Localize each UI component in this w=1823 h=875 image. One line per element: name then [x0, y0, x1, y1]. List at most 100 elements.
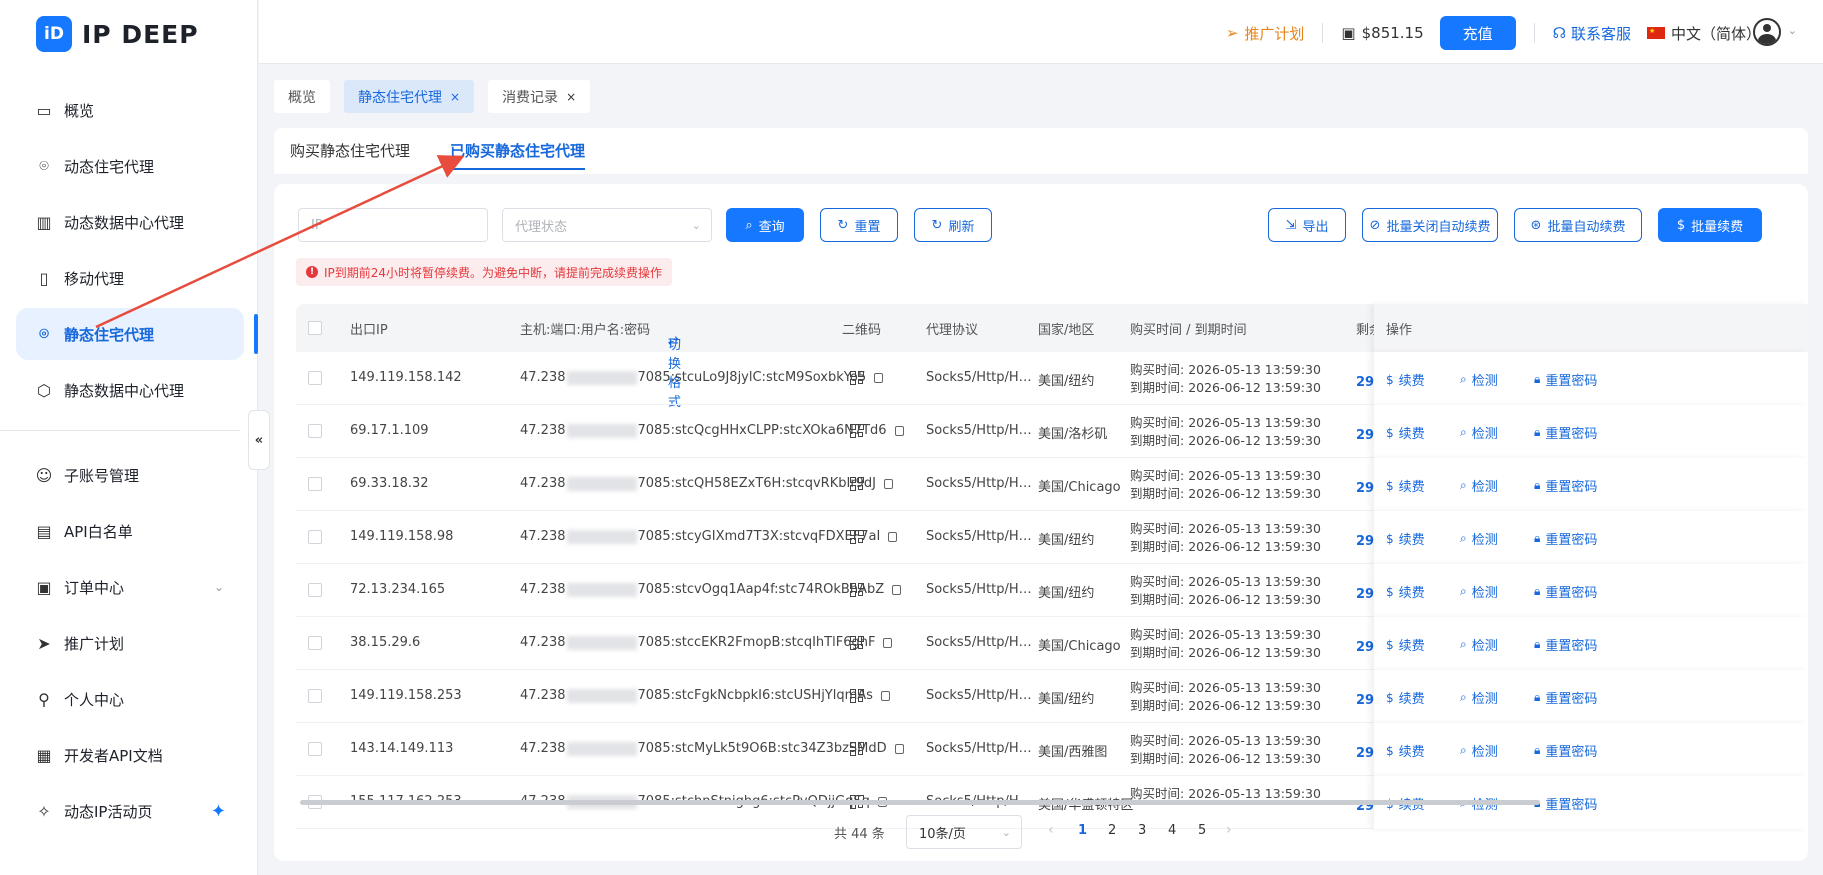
page-4[interactable]: 4	[1168, 823, 1176, 838]
qrcode-icon[interactable]	[850, 477, 864, 491]
collapse-sidebar-button[interactable]: «	[248, 410, 270, 470]
reset-password-button[interactable]: 🔒︎重置密码	[1534, 529, 1597, 548]
tab-consumption-records[interactable]: 消费记录 ×	[488, 80, 591, 113]
sidebar-item-overview[interactable]: ▭ 概览	[16, 84, 244, 136]
renew-button[interactable]: $ 续费	[1386, 635, 1425, 655]
row-checkbox[interactable]	[308, 636, 322, 650]
qrcode-icon[interactable]	[850, 371, 864, 385]
check-button[interactable]: ⌕ 检测	[1460, 529, 1498, 548]
logo[interactable]: iD IP DEEP	[36, 14, 199, 54]
time-cell: 购买时间: 2026-05-13 13:59:30 到期时间: 2026-06-1…	[1130, 573, 1321, 609]
ip-search-input[interactable]: IP	[298, 208, 488, 242]
row-checkbox[interactable]	[308, 424, 322, 438]
row-checkbox[interactable]	[308, 689, 322, 703]
copy-icon[interactable]	[894, 425, 904, 436]
reset-button[interactable]: ↻ 重置	[820, 208, 898, 242]
renew-button[interactable]: $ 续费	[1386, 529, 1425, 549]
check-button[interactable]: ⌕ 检测	[1460, 370, 1498, 389]
batch-close-auto-renew-button[interactable]: ⊘ 批量关闭自动续费	[1362, 208, 1498, 242]
reset-password-button[interactable]: 🔒︎重置密码	[1534, 741, 1597, 760]
copy-icon[interactable]	[883, 637, 893, 648]
subtab-buy[interactable]: 购买静态住宅代理	[290, 140, 410, 161]
page-3[interactable]: 3	[1138, 823, 1146, 838]
check-button[interactable]: ⌕ 检测	[1460, 688, 1498, 707]
check-button[interactable]: ⌕ 检测	[1460, 582, 1498, 601]
qrcode-icon[interactable]	[850, 742, 864, 756]
customer-service-link[interactable]: ☊ 联系客服	[1553, 23, 1631, 44]
reset-password-button[interactable]: 🔒︎重置密码	[1534, 794, 1597, 813]
check-button[interactable]: ⌕ 检测	[1460, 635, 1498, 654]
chevron-down-icon[interactable]: ⌄	[1788, 24, 1797, 37]
subtab-purchased[interactable]: 已购买静态住宅代理	[450, 140, 586, 170]
qrcode-icon[interactable]	[850, 583, 864, 597]
batch-renew-button[interactable]: $ 批量续费	[1658, 208, 1762, 242]
renew-button[interactable]: $ 续费	[1386, 741, 1425, 761]
check-button[interactable]: ⌕ 检测	[1460, 423, 1498, 442]
prev-page-button[interactable]: ‹	[1048, 822, 1054, 838]
reset-password-button[interactable]: 🔒︎重置密码	[1534, 423, 1597, 442]
close-icon[interactable]: ×	[450, 90, 460, 104]
sidebar-item-static-residential[interactable]: ⌾ 静态住宅代理	[16, 308, 244, 360]
sidebar-item-api-docs[interactable]: ▦ 开发者API文档	[16, 729, 244, 781]
reset-password-button[interactable]: 🔒︎重置密码	[1534, 370, 1597, 389]
tab-static-residential[interactable]: 静态住宅代理 ×	[344, 80, 475, 113]
renew-button[interactable]: $ 续费	[1386, 370, 1425, 390]
next-page-button[interactable]: ›	[1226, 822, 1232, 838]
sidebar-item-api-whitelist[interactable]: ▤ API白名单	[16, 505, 244, 557]
copy-icon[interactable]	[892, 584, 902, 595]
renew-button[interactable]: $ 续费	[1386, 423, 1425, 443]
renew-button[interactable]: $ 续费	[1386, 476, 1425, 496]
refresh-button[interactable]: ↻ 刷新	[914, 208, 992, 242]
copy-icon[interactable]	[874, 372, 884, 383]
recharge-button[interactable]: 充值	[1439, 16, 1516, 50]
sidebar-item-orders[interactable]: ▣ 订单中心 ⌄	[16, 561, 244, 613]
sidebar-item-promotion[interactable]: ➤ 推广计划	[16, 617, 244, 669]
qrcode-icon[interactable]	[850, 530, 864, 544]
page-1[interactable]: 1	[1078, 823, 1087, 838]
query-button[interactable]: ⌕ 查询	[726, 208, 804, 242]
avatar[interactable]	[1753, 18, 1781, 46]
row-checkbox[interactable]	[308, 742, 322, 756]
row-checkbox[interactable]	[308, 583, 322, 597]
page-2[interactable]: 2	[1108, 823, 1116, 838]
check-button[interactable]: ⌕ 检测	[1460, 741, 1498, 760]
page-5[interactable]: 5	[1198, 823, 1206, 838]
header-protocol: 代理协议	[926, 323, 979, 338]
proxy-status-select[interactable]: 代理状态 ⌄	[502, 208, 712, 242]
language-selector[interactable]: 中文（简体）	[1646, 23, 1761, 44]
row-checkbox[interactable]	[308, 371, 322, 385]
renew-button[interactable]: $ 续费	[1386, 582, 1425, 602]
copy-icon[interactable]	[884, 478, 894, 489]
batch-auto-renew-button[interactable]: ⊛ 批量自动续费	[1514, 208, 1642, 242]
row-checkbox[interactable]	[308, 477, 322, 491]
qrcode-icon[interactable]	[850, 636, 864, 650]
tab-overview[interactable]: 概览	[274, 80, 330, 113]
close-icon[interactable]: ×	[566, 90, 576, 104]
qrcode-icon[interactable]	[850, 424, 864, 438]
reset-password-button[interactable]: 🔒︎重置密码	[1534, 635, 1597, 654]
renew-button[interactable]: $ 续费	[1386, 688, 1425, 708]
promo-link[interactable]: ➢ 推广计划	[1226, 23, 1305, 44]
sidebar-item-mobile[interactable]: ▯ 移动代理	[16, 252, 244, 304]
check-button[interactable]: ⌕ 检测	[1460, 476, 1498, 495]
horizontal-scrollbar[interactable]	[300, 800, 1540, 805]
sidebar-item-sub-accounts[interactable]: ☺ 子账号管理	[16, 449, 244, 501]
row-checkbox[interactable]	[308, 530, 322, 544]
select-all-checkbox[interactable]	[308, 321, 322, 335]
reset-password-button[interactable]: 🔒︎重置密码	[1534, 582, 1597, 601]
reset-password-button[interactable]: 🔒︎重置密码	[1534, 688, 1597, 707]
sidebar-item-dynamic-datacenter[interactable]: ▥ 动态数据中心代理	[16, 196, 244, 248]
export-button[interactable]: ⇲ 导出	[1268, 208, 1346, 242]
sidebar-item-dynamic-residential[interactable]: ⌾ 动态住宅代理	[16, 140, 244, 192]
page-size-select[interactable]: 10条/页 ⌄	[906, 815, 1022, 849]
copy-icon[interactable]	[888, 531, 898, 542]
sidebar-item-profile[interactable]: ⚲ 个人中心	[16, 673, 244, 725]
copy-icon[interactable]	[880, 690, 890, 701]
search-icon: ⌕	[745, 217, 753, 233]
reset-password-button[interactable]: 🔒︎重置密码	[1534, 476, 1597, 495]
qrcode-icon[interactable]	[850, 689, 864, 703]
sidebar-item-dynamic-ip-event[interactable]: ✧ 动态IP活动页 ✦	[16, 785, 244, 837]
copy-icon[interactable]	[894, 743, 904, 754]
sidebar-item-static-datacenter[interactable]: ⬡ 静态数据中心代理	[16, 364, 244, 416]
exit-ip: 72.13.234.165	[350, 582, 446, 597]
